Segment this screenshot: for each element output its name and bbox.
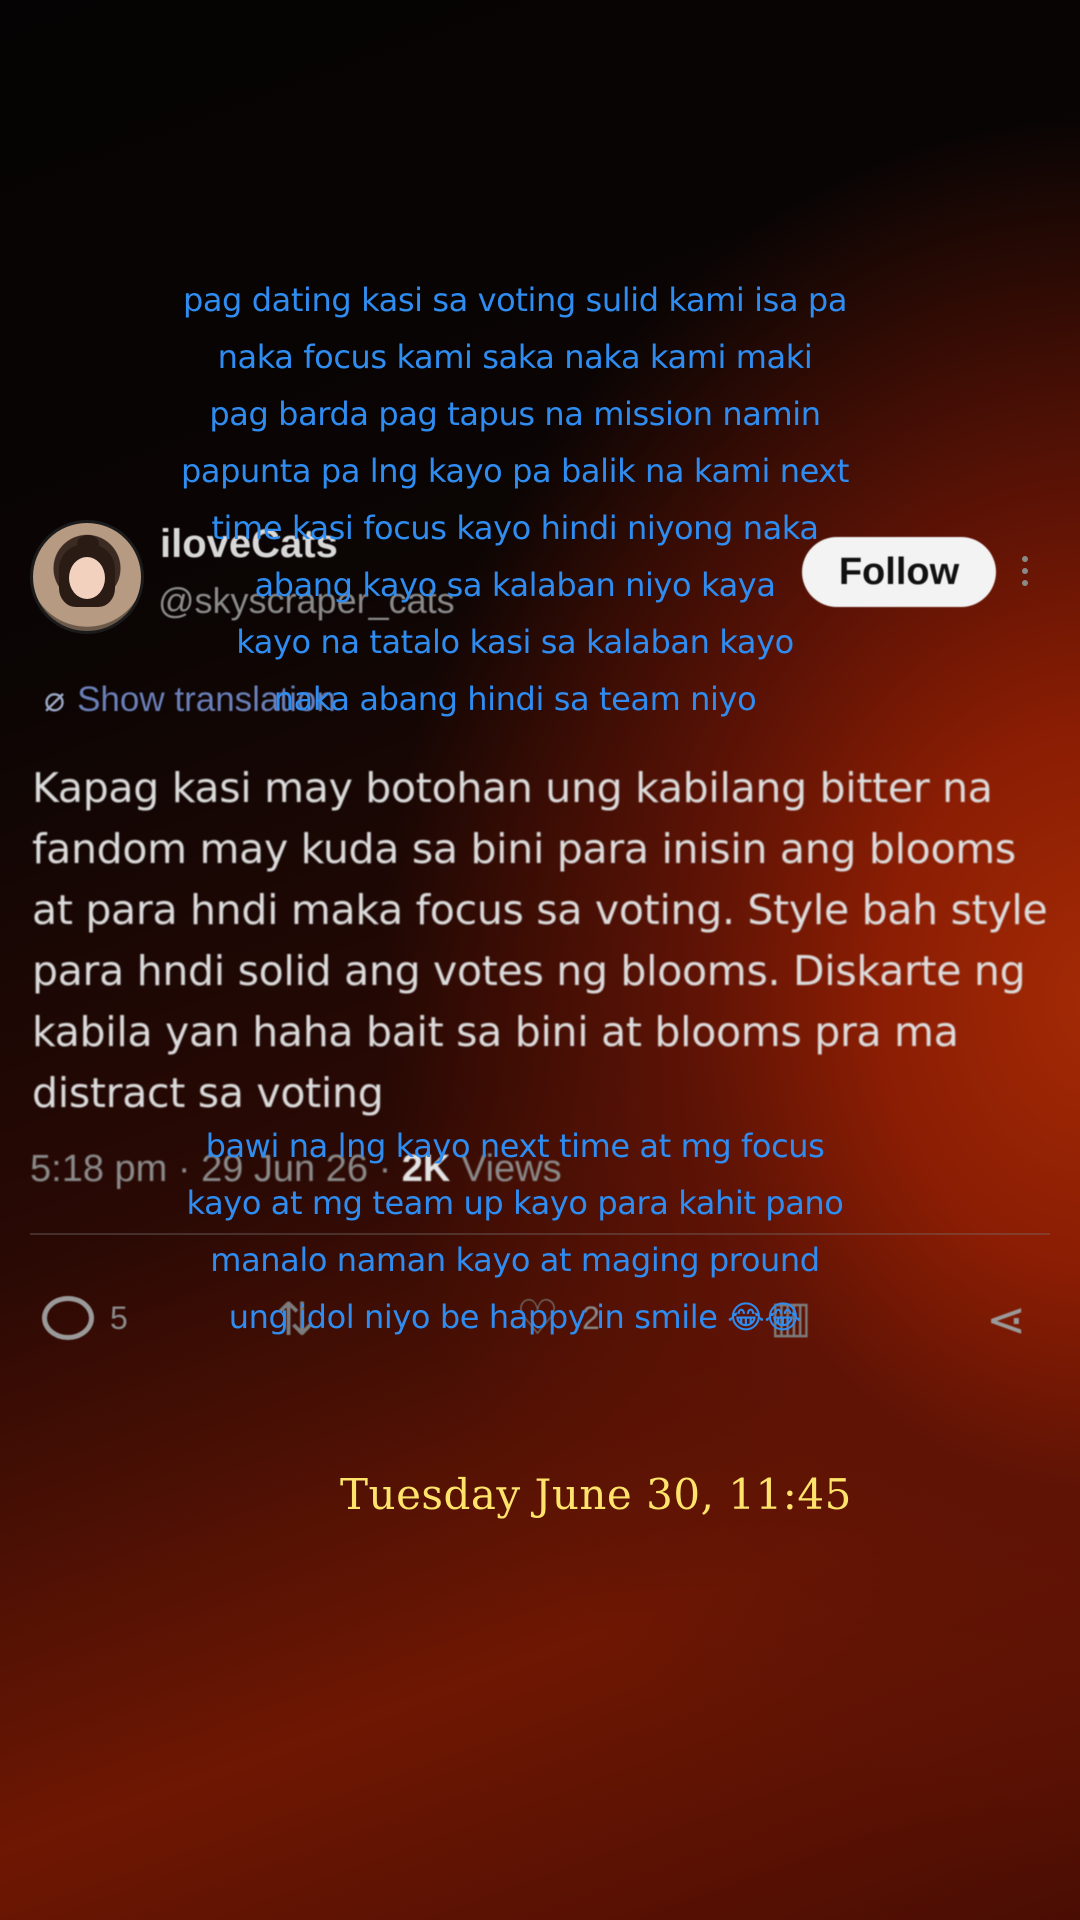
caption-line: naka focus kami saka naka kami maki [217,338,813,376]
timestamp: Tuesday June 30, 11:45 [340,1470,852,1519]
caption-top: pag dating kasi sa voting sulid kami isa… [100,272,930,728]
caption-line: naka abang hindi sa team niyo [273,680,757,718]
caption-line: pag barda pag tapus na mission namin [209,395,821,433]
caption-line: ung idol niyo be happy in smile 😂😂 [228,1298,802,1336]
share-icon[interactable]: ⋖ [986,1292,1026,1348]
caption-line: kayo na tatalo kasi sa kalaban kayo [236,623,794,661]
translate-icon: ⌀ [44,680,66,719]
caption-line: time kasi focus kayo hindi niyong naka [211,509,819,547]
caption-line: kayo at mg team up kayo para kahit pano [186,1184,844,1222]
more-icon[interactable] [1022,556,1030,592]
caption-line: abang kayo sa kalaban niyo kaya [254,566,776,604]
caption-line: pag dating kasi sa voting sulid kami isa… [182,281,848,319]
caption-bottom: bawi na lng kayo next time at mg focus k… [100,1118,930,1346]
caption-line: manalo naman kayo at maging pround [210,1241,820,1279]
caption-line: bawi na lng kayo next time at mg focus [205,1127,825,1165]
reply-icon[interactable] [42,1296,94,1340]
tweet-body: Kapag kasi may botohan ung kabilang bitt… [32,764,1048,1117]
caption-line: papunta pa lng kayo pa balik na kami nex… [180,452,849,490]
